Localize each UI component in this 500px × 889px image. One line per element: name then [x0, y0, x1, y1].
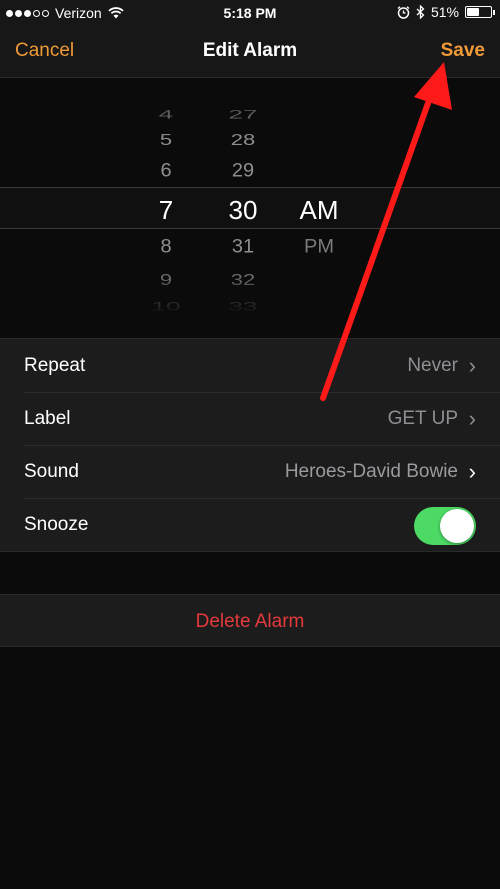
- label-row[interactable]: Label GET UP ›: [0, 392, 500, 445]
- status-right: 51%: [397, 4, 495, 20]
- minute-option[interactable]: 28: [208, 131, 278, 150]
- delete-alarm-button[interactable]: Delete Alarm: [0, 594, 500, 647]
- cancel-button[interactable]: Cancel: [15, 40, 74, 62]
- hour-wheel[interactable]: 4 5 6 7 8 9 10: [131, 78, 201, 316]
- hour-option[interactable]: 9: [131, 271, 201, 290]
- toggle-knob: [440, 509, 474, 543]
- minute-option[interactable]: 33: [208, 300, 278, 314]
- minute-option[interactable]: 29: [208, 161, 278, 183]
- hour-option[interactable]: 5: [131, 131, 201, 150]
- chevron-right-icon: ›: [468, 459, 476, 484]
- period-option[interactable]: PM: [284, 237, 354, 259]
- chevron-right-icon: ›: [468, 406, 476, 431]
- time-picker[interactable]: 4 5 6 7 8 9 10 27 28 29 30 31 32 33 AM PM: [0, 78, 500, 316]
- bluetooth-icon: [416, 5, 425, 19]
- alarm-settings-list: Repeat Never › Label GET UP › Sound Hero…: [0, 338, 500, 552]
- chevron-right-icon: ›: [468, 353, 476, 378]
- alarm-clock-icon: [397, 5, 410, 19]
- battery-icon: [465, 6, 495, 18]
- minute-option[interactable]: 32: [208, 271, 278, 290]
- hour-option[interactable]: 7: [131, 195, 201, 226]
- repeat-value: Never: [407, 355, 458, 376]
- label-label: Label: [24, 408, 71, 429]
- hour-option[interactable]: 8: [131, 237, 201, 259]
- nav-bar: Cancel Edit Alarm Save: [0, 26, 500, 78]
- hour-option[interactable]: 4: [131, 108, 201, 122]
- repeat-label: Repeat: [24, 355, 86, 376]
- minute-option[interactable]: 27: [208, 108, 278, 122]
- ampm-wheel[interactable]: AM PM: [284, 78, 354, 316]
- period-option[interactable]: AM: [284, 195, 354, 226]
- delete-alarm-label: Delete Alarm: [195, 611, 305, 632]
- repeat-row[interactable]: Repeat Never ›: [0, 339, 500, 392]
- snooze-label: Snooze: [24, 514, 89, 535]
- hour-option[interactable]: 10: [131, 300, 201, 314]
- save-button[interactable]: Save: [441, 40, 485, 62]
- page-title: Edit Alarm: [202, 40, 298, 61]
- hour-option[interactable]: 6: [131, 161, 201, 183]
- minute-option[interactable]: 30: [208, 195, 278, 226]
- sound-value: Heroes-David Bowie: [284, 461, 458, 482]
- sound-row[interactable]: Sound Heroes-David Bowie ›: [0, 445, 500, 498]
- snooze-row: Snooze: [0, 498, 500, 551]
- minute-wheel[interactable]: 27 28 29 30 31 32 33: [208, 78, 278, 316]
- label-value: GET UP: [387, 408, 458, 429]
- minute-option[interactable]: 31: [208, 237, 278, 259]
- sound-label: Sound: [24, 461, 79, 482]
- battery-percent: 51%: [430, 4, 459, 20]
- status-bar: Verizon 5:18 PM 51%: [0, 0, 500, 26]
- snooze-toggle[interactable]: [414, 507, 476, 545]
